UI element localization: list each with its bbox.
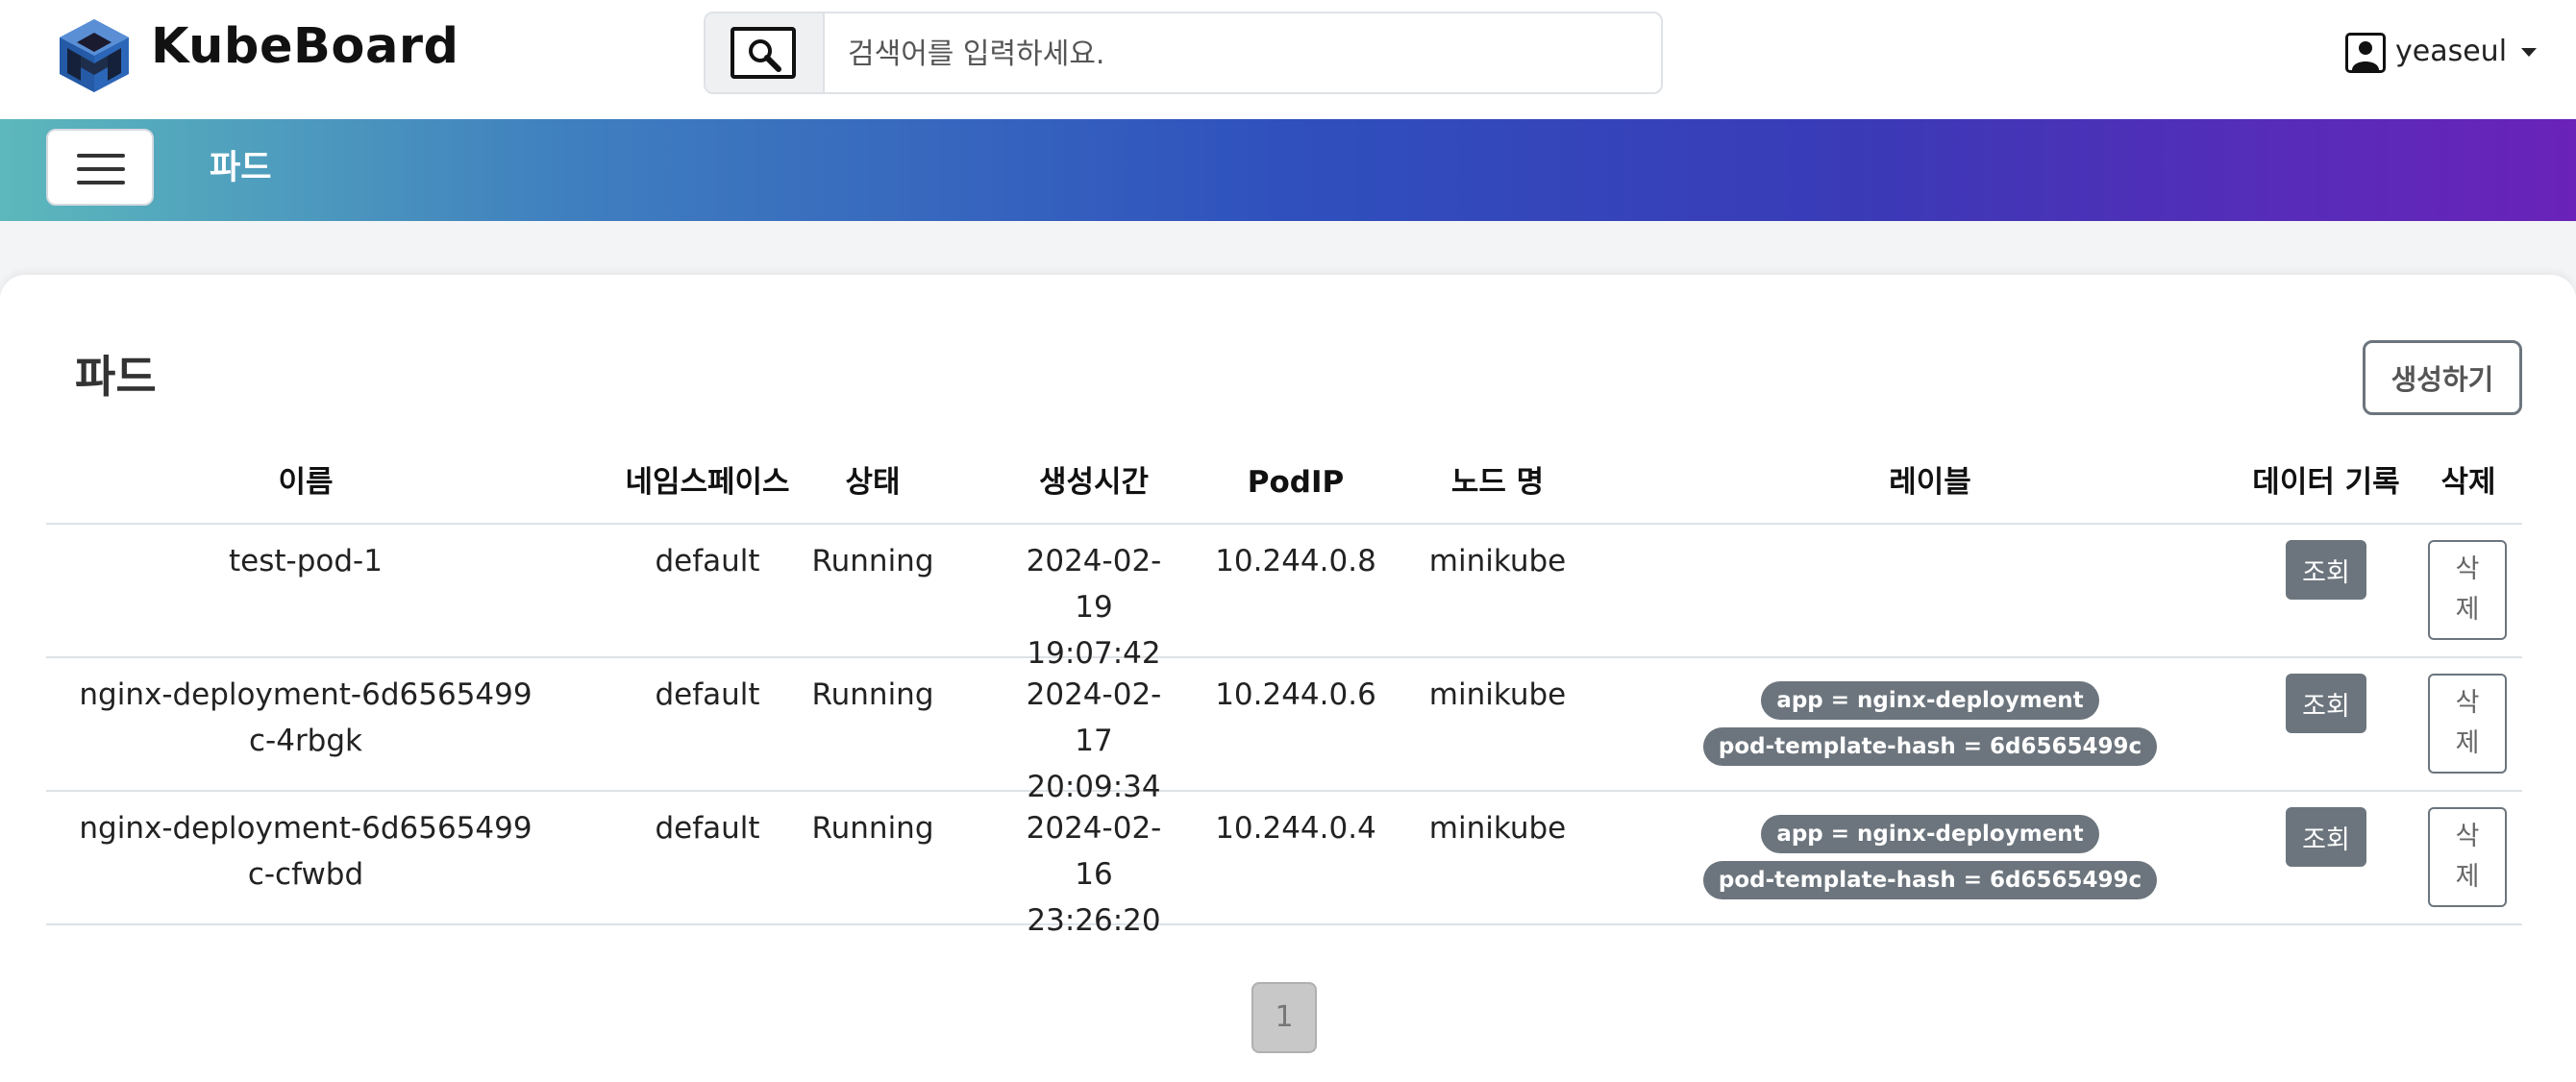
pod-name: nginx-deployment-6d6565499c-cfwbd bbox=[79, 811, 533, 892]
create-button[interactable]: 생성하기 bbox=[2363, 340, 2522, 415]
column-header-name[interactable]: 이름 bbox=[46, 442, 565, 523]
view-button[interactable]: 조회 bbox=[2286, 674, 2366, 733]
label-badge: pod-template-hash = 6d6565499c bbox=[1702, 727, 2158, 766]
hamburger-icon-line bbox=[77, 167, 125, 171]
table-header: 이름 네임스페이스 상태 생성시간 PodIP 노드 명 레이블 데이터 기록 … bbox=[46, 442, 2522, 525]
pod-created: 2024-02-19 19:07:42 bbox=[1026, 544, 1162, 671]
pagination-page-button[interactable]: 1 bbox=[1251, 982, 1317, 1053]
cube-logo-icon[interactable] bbox=[56, 17, 133, 94]
pod-labels: app = nginx-deployment pod-template-hash… bbox=[1622, 815, 2238, 907]
sidebar-toggle-button[interactable] bbox=[46, 129, 154, 206]
column-header-data-log[interactable]: 데이터 기록 bbox=[2247, 442, 2405, 523]
search-bar bbox=[704, 12, 1663, 94]
search-input[interactable] bbox=[846, 13, 1638, 94]
pod-created: 2024-02-16 23:26:20 bbox=[1026, 811, 1162, 938]
label-badge: pod-template-hash = 6d6565499c bbox=[1702, 861, 2158, 899]
label-badge: app = nginx-deployment bbox=[1761, 815, 2099, 853]
content-card: 파드 생성하기 이름 네임스페이스 상태 생성시간 PodIP 노드 명 레이블… bbox=[0, 275, 2576, 1082]
table-row: nginx-deployment-6d6565499c-cfwbd defaul… bbox=[46, 792, 2522, 938]
pod-status: Running bbox=[811, 811, 934, 846]
user-name: yeaseul bbox=[2395, 35, 2508, 68]
hamburger-icon-line bbox=[77, 181, 125, 184]
pod-name: nginx-deployment-6d6565499c-4rbgk bbox=[79, 677, 533, 758]
table-row: test-pod-1 default Running 2024-02-19 19… bbox=[46, 525, 2522, 671]
pod-status: Running bbox=[811, 544, 934, 578]
column-header-node[interactable]: 노드 명 bbox=[1363, 442, 1632, 523]
chevron-down-icon bbox=[2521, 48, 2537, 57]
column-header-status[interactable]: 상태 bbox=[765, 442, 980, 523]
delete-button[interactable]: 삭제 bbox=[2428, 807, 2507, 907]
brand-name[interactable]: KubeBoard bbox=[151, 13, 459, 81]
page-title: 파드 bbox=[75, 351, 157, 403]
pod-created: 2024-02-17 20:09:34 bbox=[1026, 677, 1162, 804]
user-avatar-icon bbox=[2345, 33, 2386, 73]
search-button[interactable] bbox=[706, 13, 825, 92]
pod-node: minikube bbox=[1428, 544, 1567, 578]
top-navbar: KubeBoard yeaseul bbox=[0, 0, 2576, 119]
delete-button[interactable]: 삭제 bbox=[2428, 674, 2507, 774]
column-header-delete[interactable]: 삭제 bbox=[2405, 442, 2532, 523]
label-badge: app = nginx-deployment bbox=[1761, 681, 2099, 720]
pod-node: minikube bbox=[1428, 677, 1567, 712]
pod-name: test-pod-1 bbox=[229, 544, 383, 578]
delete-button[interactable]: 삭제 bbox=[2428, 540, 2507, 640]
column-header-labels[interactable]: 레이블 bbox=[1622, 442, 2238, 523]
page-header-bar: 파드 bbox=[0, 119, 2576, 221]
view-button[interactable]: 조회 bbox=[2286, 807, 2366, 867]
pod-node: minikube bbox=[1428, 811, 1567, 846]
magnifier-icon bbox=[749, 39, 781, 72]
pod-labels: app = nginx-deployment pod-template-hash… bbox=[1622, 681, 2238, 774]
view-button[interactable]: 조회 bbox=[2286, 540, 2366, 600]
hamburger-icon-line bbox=[77, 154, 125, 158]
pod-status: Running bbox=[811, 677, 934, 712]
table-row: nginx-deployment-6d6565499c-4rbgk defaul… bbox=[46, 658, 2522, 804]
header-title: 파드 bbox=[210, 149, 272, 187]
pods-table: 이름 네임스페이스 상태 생성시간 PodIP 노드 명 레이블 데이터 기록 … bbox=[46, 442, 2522, 938]
